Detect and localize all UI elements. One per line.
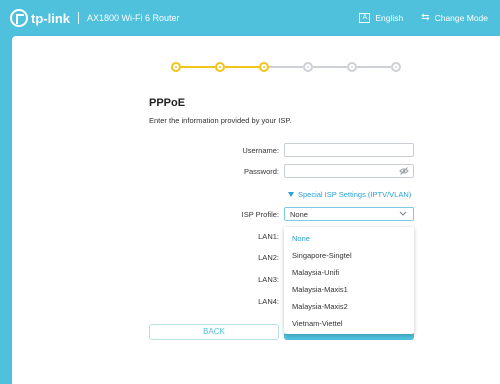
dropdown-option[interactable]: Vietnam-Viettel	[292, 319, 343, 328]
step-connector	[313, 66, 347, 68]
progress-steps	[171, 62, 401, 72]
username-field[interactable]	[284, 143, 414, 157]
username-label: Username:	[242, 146, 279, 155]
isp-profile-value: None	[290, 210, 308, 219]
page-title: PPPoE	[149, 97, 186, 109]
password-label: Password:	[243, 167, 279, 176]
isp-profile-dropdown: None Singapore-Singtel Malaysia-Unifi Malay…	[284, 227, 414, 334]
model-name: AX1800 Wi-Fi 6 Router	[87, 13, 180, 23]
hide-password-icon[interactable]	[399, 167, 409, 177]
back-button[interactable]: BACK	[149, 324, 279, 340]
step-connector	[181, 66, 215, 68]
step-dot	[391, 62, 401, 72]
brand-separator	[78, 12, 79, 24]
tplink-logo-icon	[10, 9, 28, 27]
step-dot	[171, 62, 181, 72]
caret-down-icon	[288, 192, 294, 197]
special-isp-settings-toggle[interactable]: Special ISP Settings (IPTV/VLAN)	[288, 190, 411, 199]
lan2-label: LAN2:	[258, 253, 279, 262]
step-connector	[225, 66, 259, 68]
isp-profile-label: ISP Profile:	[241, 210, 279, 219]
page-subtitle: Enter the information provided by your I…	[149, 116, 292, 125]
lan4-label: LAN4:	[258, 297, 279, 306]
step-dot	[303, 62, 313, 72]
dropdown-option[interactable]: Malaysia-Unifi	[292, 268, 339, 277]
dropdown-option[interactable]: None	[292, 234, 310, 243]
special-isp-settings-label: Special ISP Settings (IPTV/VLAN)	[298, 190, 412, 199]
step-dot	[215, 62, 225, 72]
dropdown-option[interactable]: Malaysia-Maxis1	[292, 285, 348, 294]
step-dot	[259, 62, 269, 72]
lan3-label: LAN3:	[258, 275, 279, 284]
top-bar: tp-link AX1800 Wi-Fi 6 Router A English …	[0, 0, 500, 36]
language-label: English	[375, 13, 404, 23]
change-mode-button[interactable]: ⇆ Change Mode	[421, 12, 488, 24]
brand: tp-link AX1800 Wi-Fi 6 Router	[10, 9, 180, 27]
language-button[interactable]: A English	[359, 13, 403, 23]
step-dot	[347, 62, 357, 72]
dropdown-option[interactable]: Singapore-Singtel	[292, 251, 352, 260]
swap-icon: ⇆	[421, 12, 430, 23]
chevron-down-icon	[399, 209, 407, 219]
lan1-label: LAN1:	[258, 232, 279, 241]
top-actions: A English ⇆ Change Mode	[359, 13, 488, 23]
language-icon: A	[359, 13, 371, 23]
step-connector	[269, 66, 303, 68]
change-mode-label: Change Mode	[434, 13, 488, 23]
brand-name: tp-link	[31, 10, 70, 26]
step-connector	[357, 66, 391, 68]
dropdown-option[interactable]: Malaysia-Maxis2	[292, 302, 348, 311]
password-field[interactable]	[284, 164, 414, 178]
isp-profile-select[interactable]: None	[284, 207, 414, 221]
